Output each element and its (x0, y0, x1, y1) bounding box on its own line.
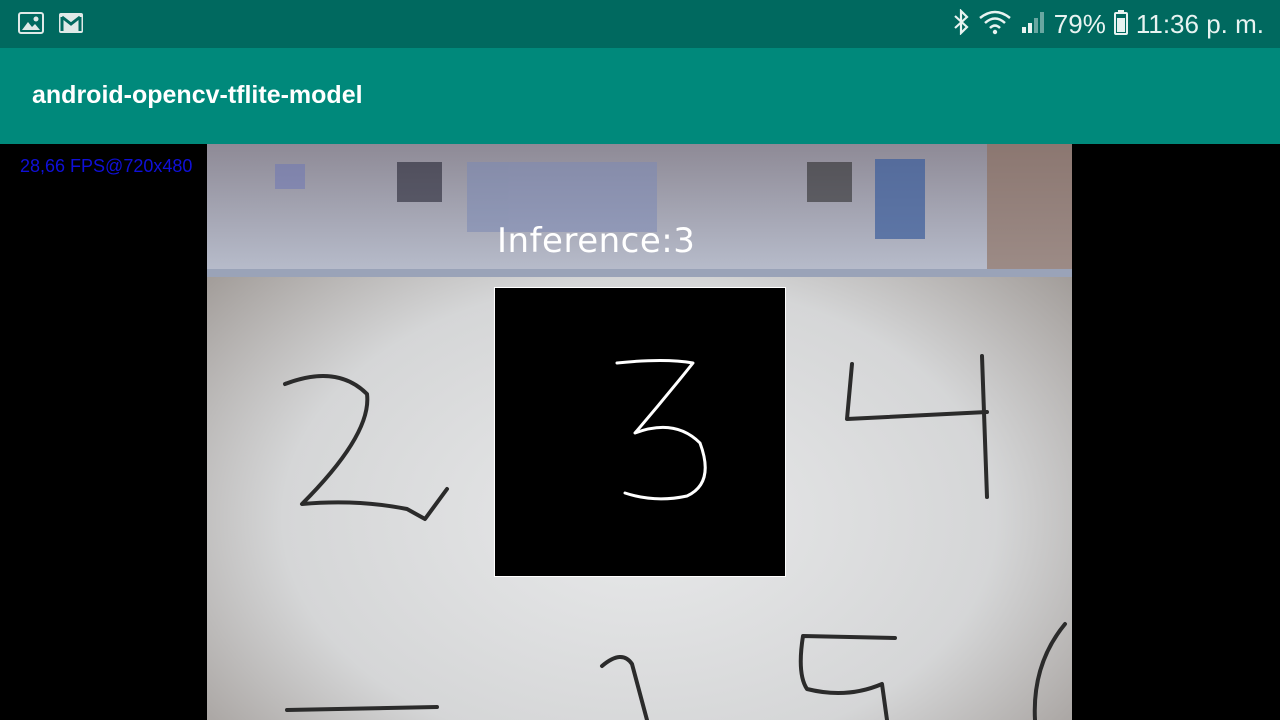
wifi-icon (978, 9, 1012, 40)
fps-counter: 28,66 FPS@720x480 (20, 156, 193, 176)
roi-box (494, 287, 786, 577)
app-title: android-opencv-tflite-model (32, 81, 363, 109)
clock: 11:36 p. m. (1135, 8, 1264, 39)
app-bar: android-opencv-tflite-model (0, 48, 1280, 144)
gallery-icon (18, 12, 44, 39)
signal-icon (1020, 9, 1046, 40)
bluetooth-icon (952, 7, 970, 40)
roi-digit-image (615, 359, 707, 501)
battery-percent: 79% (1053, 8, 1106, 39)
gmail-icon (58, 12, 84, 39)
status-bar: 79% 11:36 p. m. (0, 0, 1280, 48)
battery-icon (1113, 9, 1128, 40)
inference-label: Inference:3 (497, 221, 696, 261)
